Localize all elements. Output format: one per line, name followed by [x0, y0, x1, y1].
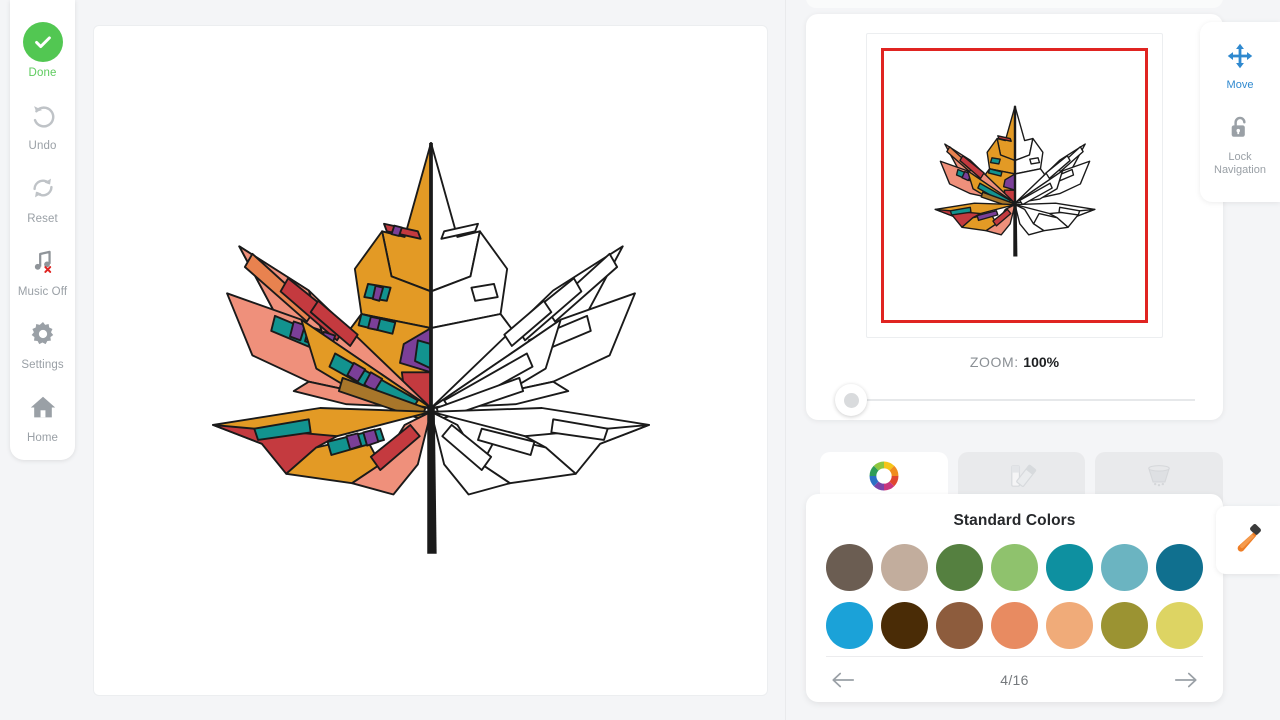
tool-undo-label: Undo — [28, 140, 57, 152]
next-page-button[interactable] — [1169, 665, 1203, 695]
undo-arrow-icon — [23, 95, 63, 135]
tool-done-label: Done — [28, 67, 57, 79]
preview-frame[interactable] — [866, 33, 1163, 338]
zoom-readout: ZOOM: 100% — [806, 354, 1223, 370]
zoom-label: ZOOM: — [969, 354, 1019, 370]
preview-leaf-thumbnail — [934, 105, 1095, 257]
palette-pagination: 4/16 — [826, 656, 1203, 702]
swatch-peach[interactable] — [1046, 602, 1093, 649]
swatch-deep-teal[interactable] — [1156, 544, 1203, 591]
navigation-panel: Move Lock Navigation — [1200, 22, 1280, 202]
eyedropper-tool[interactable] — [1216, 506, 1280, 574]
reset-refresh-icon — [23, 168, 63, 208]
swatch-pale-yellow[interactable] — [1156, 602, 1203, 649]
tool-music-off-label: Music Off — [17, 286, 68, 298]
tool-home-label: Home — [26, 432, 59, 444]
page-indicator: 4/16 — [1000, 671, 1029, 688]
swatch-warm-greige[interactable] — [881, 544, 928, 591]
tool-undo[interactable]: Undo — [10, 95, 75, 152]
swatch-dark-brown[interactable] — [881, 602, 928, 649]
tool-done[interactable]: Done — [10, 22, 75, 79]
color-palette-panel: Standard Colors 4/16 — [806, 494, 1223, 702]
lock-navigation-label-line2: Navigation — [1214, 164, 1266, 176]
swatch-teal[interactable] — [1046, 544, 1093, 591]
swatch-row-1 — [826, 544, 1203, 591]
swatch-grid — [806, 530, 1223, 649]
tool-reset-label: Reset — [27, 213, 58, 225]
swatch-row-2 — [826, 602, 1203, 649]
swatch-sky-teal[interactable] — [1101, 544, 1148, 591]
swatch-dark-taupe[interactable] — [826, 544, 873, 591]
swatch-medium-brown[interactable] — [936, 602, 983, 649]
drawing-canvas[interactable] — [93, 25, 768, 696]
swatch-palette-icon — [1005, 461, 1039, 496]
move-arrows-icon — [1226, 42, 1254, 75]
padlock-open-icon — [1227, 114, 1253, 147]
swatch-salmon[interactable] — [991, 602, 1038, 649]
swatch-olive[interactable] — [1101, 602, 1148, 649]
swatch-light-green[interactable] — [991, 544, 1038, 591]
music-note-off-icon — [23, 241, 63, 281]
zoom-slider-track[interactable] — [853, 399, 1195, 401]
tool-settings-label: Settings — [21, 359, 64, 371]
eyedropper-icon — [1232, 522, 1264, 559]
paint-bucket-icon — [1142, 461, 1176, 496]
zoom-value: 100% — [1023, 354, 1060, 370]
move-tool-label: Move — [1226, 79, 1254, 91]
tool-home[interactable]: Home — [10, 387, 75, 444]
lock-navigation-tool[interactable]: Lock Navigation — [1214, 114, 1266, 177]
gear-icon — [23, 314, 63, 354]
zoom-slider[interactable] — [835, 384, 1195, 416]
maple-leaf-artwork[interactable] — [94, 26, 767, 695]
palette-title: Standard Colors — [953, 512, 1076, 529]
panel-divider — [785, 0, 786, 720]
left-toolbar: Done Undo Reset Music Off Settings Home — [10, 0, 75, 460]
check-circle-icon — [22, 22, 63, 62]
leaf-svg — [211, 141, 650, 554]
swatch-azure-blue[interactable] — [826, 602, 873, 649]
top-partial-panel — [806, 0, 1223, 8]
tool-reset[interactable]: Reset — [10, 168, 75, 225]
tool-music-off[interactable]: Music Off — [10, 241, 75, 298]
move-tool[interactable]: Move — [1226, 42, 1254, 92]
prev-page-button[interactable] — [826, 665, 860, 695]
zoom-slider-thumb[interactable] — [835, 384, 867, 416]
lock-navigation-label: Lock Navigation — [1214, 151, 1266, 177]
tool-settings[interactable]: Settings — [10, 314, 75, 371]
home-icon — [23, 387, 63, 427]
lock-navigation-label-line1: Lock — [1228, 151, 1252, 163]
swatch-moss-green[interactable] — [936, 544, 983, 591]
color-wheel-icon — [867, 459, 901, 498]
viewport-selection-box[interactable] — [881, 48, 1148, 323]
preview-panel: ZOOM: 100% — [806, 14, 1223, 420]
app-root: Done Undo Reset Music Off Settings Home … — [0, 0, 1280, 720]
